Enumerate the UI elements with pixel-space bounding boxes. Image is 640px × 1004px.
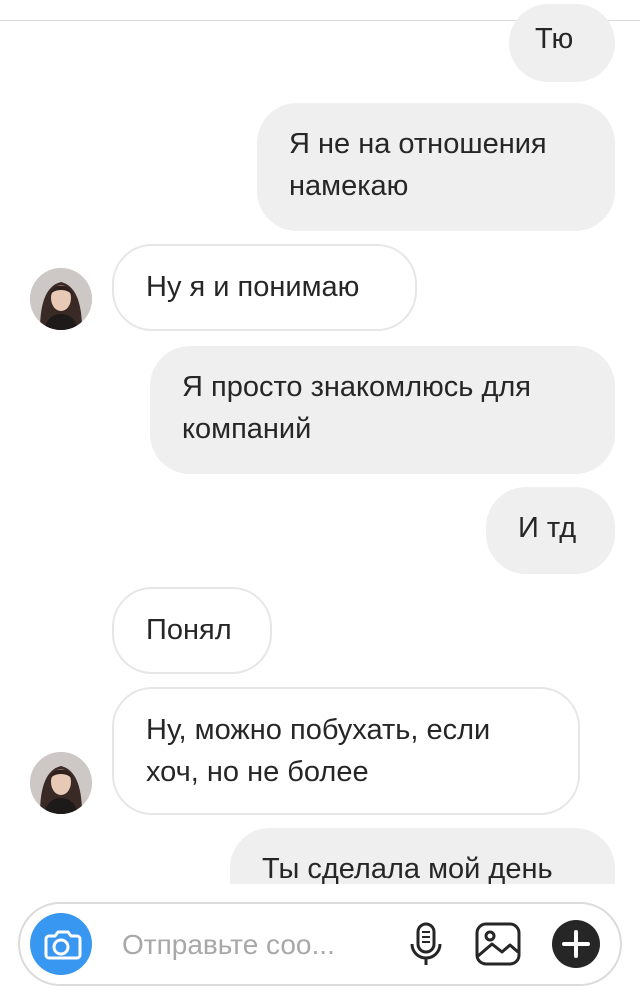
image-icon [475, 922, 521, 966]
add-button[interactable] [550, 918, 602, 970]
outgoing-message[interactable]: Тю [509, 4, 615, 82]
message-thread[interactable]: Тю Я не на отношения намекаю Ну я и пони… [0, 0, 640, 884]
message-text: Понял [146, 614, 232, 646]
incoming-message[interactable]: Понял [112, 587, 272, 674]
avatar-photo [30, 752, 92, 814]
message-input[interactable] [116, 920, 398, 970]
message-text: Ну я и понимаю [146, 271, 360, 303]
avatar-photo [30, 268, 92, 330]
microphone-icon [410, 922, 442, 965]
message-text: Тю [535, 23, 574, 55]
message-text: Я не на отношения намекаю [289, 128, 547, 202]
plus-icon [552, 920, 600, 968]
outgoing-message[interactable]: Я просто знакомлюсь для компаний [150, 346, 615, 474]
avatar[interactable] [30, 268, 92, 330]
message-composer: .placeholder-input::placeholder { color:… [18, 902, 622, 986]
message-text: И тд [518, 512, 577, 544]
incoming-message[interactable]: Ну, можно побухать, если хоч, но не боле… [112, 687, 580, 815]
outgoing-message[interactable]: И тд [486, 487, 615, 574]
gallery-button[interactable] [472, 918, 524, 970]
message-text: Я просто знакомлюсь для компаний [182, 371, 532, 445]
avatar[interactable] [30, 752, 92, 814]
outgoing-message[interactable]: Я не на отношения намекаю [257, 103, 615, 231]
microphone-button[interactable] [400, 918, 452, 970]
camera-icon [44, 930, 82, 960]
message-text: Ты сделала мой день [262, 853, 553, 884]
incoming-message[interactable]: Ну я и понимаю [112, 244, 417, 331]
camera-button[interactable] [30, 913, 92, 975]
outgoing-message[interactable]: Ты сделала мой день [230, 828, 615, 884]
message-text: Ну, можно побухать, если хоч, но не боле… [146, 714, 491, 788]
